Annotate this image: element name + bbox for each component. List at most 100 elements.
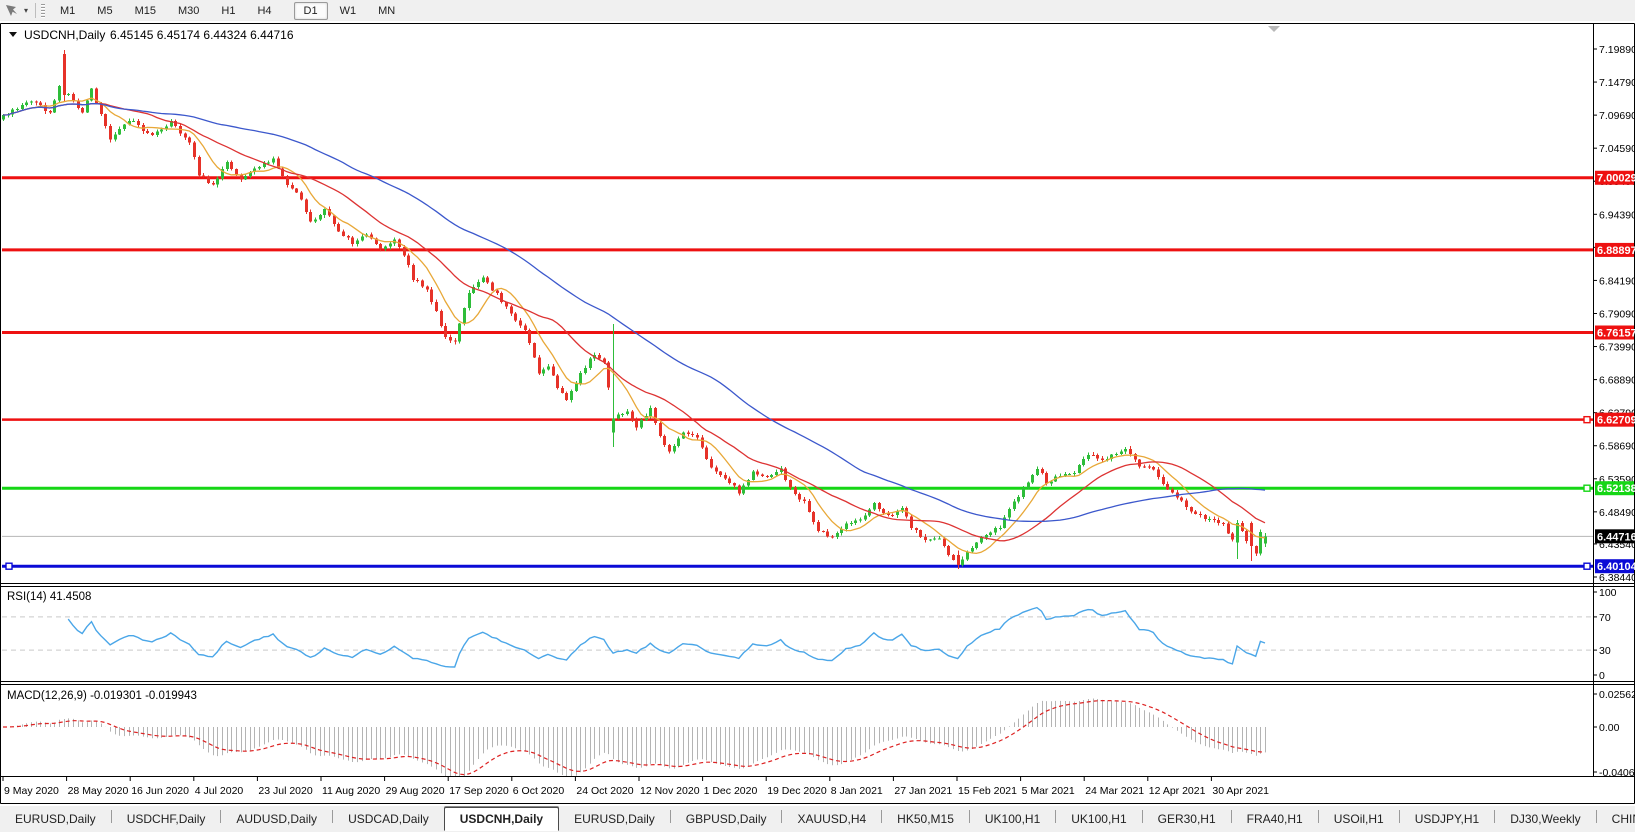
- candle-body: [496, 291, 499, 293]
- date-tick-label: 17 Sep 2020: [449, 785, 509, 797]
- candle-body: [878, 503, 881, 509]
- candle-body: [850, 523, 853, 524]
- candle-body: [654, 408, 657, 423]
- timeframe-button-m30[interactable]: M30: [168, 2, 209, 20]
- chart-tab-dj30-weekly[interactable]: DJ30,Weekly: [1495, 808, 1595, 830]
- timeframe-button-mn[interactable]: MN: [368, 2, 405, 20]
- candle-body: [854, 521, 857, 523]
- timeframe-button-h1[interactable]: H1: [211, 2, 245, 20]
- candle-body: [347, 236, 350, 238]
- chart-tab-fra40-h1[interactable]: FRA40,H1: [1232, 808, 1318, 830]
- line-drag-handle[interactable]: [1584, 417, 1590, 423]
- candle-body: [766, 476, 769, 477]
- chart-tab-audusd-daily[interactable]: AUDUSD,Daily: [221, 808, 332, 830]
- candle-body: [561, 388, 564, 393]
- candle-body: [458, 323, 461, 341]
- chart-tab-ger30-h1[interactable]: GER30,H1: [1143, 808, 1231, 830]
- chart-tab-usdcad-daily[interactable]: USDCAD,Daily: [333, 808, 444, 830]
- timeframe-button-h4[interactable]: H4: [247, 2, 281, 20]
- candle-body: [81, 108, 84, 113]
- rsi-tick-label: 100: [1599, 587, 1617, 599]
- line-drag-handle[interactable]: [6, 563, 12, 569]
- chart-tab-hk50-m15[interactable]: HK50,M15: [882, 808, 969, 830]
- timeframe-button-m5[interactable]: M5: [87, 2, 122, 20]
- candle-body: [738, 486, 741, 494]
- date-tick-label: 12 Nov 2020: [640, 785, 700, 797]
- timeframe-button-w1[interactable]: W1: [330, 2, 367, 20]
- chart-tab-gbpusd-daily[interactable]: GBPUSD,Daily: [671, 808, 782, 830]
- candle-body: [826, 531, 829, 536]
- candle-body: [444, 326, 447, 337]
- candle-body: [822, 531, 825, 532]
- candle-body: [794, 488, 797, 494]
- date-tick-label: 11 Aug 2020: [322, 785, 380, 797]
- candle-body: [1152, 467, 1155, 469]
- chart-tab-eurusd-daily[interactable]: EURUSD,Daily: [559, 808, 670, 830]
- candle-body: [715, 468, 718, 472]
- candle-body: [1171, 489, 1174, 492]
- candle-body: [337, 224, 340, 231]
- macd-tick-label: -0.04068: [1599, 767, 1635, 779]
- candle-body: [123, 125, 126, 129]
- chart-tab-usdjpy-h1[interactable]: USDJPY,H1: [1400, 808, 1494, 830]
- candle-body: [980, 537, 983, 542]
- chart-tab-eurusd-daily[interactable]: EURUSD,Daily: [0, 808, 111, 830]
- timeframe-button-m1[interactable]: M1: [50, 2, 85, 20]
- cursor-tool-icon[interactable]: [2, 3, 20, 19]
- candle-body: [798, 494, 801, 499]
- candle-body: [30, 102, 33, 103]
- candle-body: [49, 111, 52, 112]
- candle-body: [184, 133, 187, 137]
- chart-tab-usdcnh-daily[interactable]: USDCNH,Daily: [444, 807, 559, 831]
- candle-body: [1078, 465, 1081, 473]
- candle-body: [21, 105, 24, 109]
- candle-body: [407, 256, 410, 266]
- candle-body: [486, 277, 489, 282]
- date-tick-label: 28 May 2020: [68, 785, 129, 797]
- line-drag-handle[interactable]: [1584, 485, 1590, 491]
- candle-body: [323, 209, 326, 215]
- candle-body: [454, 341, 457, 342]
- candle-body: [761, 475, 764, 476]
- candle-body: [114, 134, 117, 139]
- current-price-label: 6.44716: [1597, 531, 1635, 543]
- candle-body: [1013, 502, 1016, 509]
- candle-body: [132, 121, 135, 122]
- price-line-label: 6.62709: [1597, 415, 1635, 427]
- chart-tab-usdchf-daily[interactable]: USDCHF,Daily: [112, 808, 221, 830]
- candle-body: [752, 472, 755, 480]
- toolbar-separator: [35, 3, 36, 18]
- candle-body: [1222, 523, 1225, 524]
- candle-body: [1036, 469, 1039, 475]
- candle-body: [430, 290, 433, 302]
- candle-body: [491, 283, 494, 291]
- candle-body: [286, 176, 289, 185]
- candle-body: [626, 411, 629, 414]
- candle-body: [952, 555, 955, 560]
- toolbar-grip-handle[interactable]: [41, 4, 45, 18]
- chart-tab-xauusd-h4[interactable]: XAUUSD,H4: [782, 808, 881, 830]
- chart-tab-uk100-h1[interactable]: UK100,H1: [1056, 808, 1141, 830]
- candle-body: [570, 391, 573, 400]
- line-drag-handle[interactable]: [1584, 563, 1590, 569]
- candle-body: [389, 244, 392, 247]
- candle-body: [1190, 507, 1193, 511]
- candle-body: [25, 102, 28, 104]
- candle-body: [1245, 531, 1248, 541]
- candle-body: [910, 516, 913, 528]
- timeframe-button-m15[interactable]: M15: [125, 2, 166, 20]
- chart-tab-uk100-h1[interactable]: UK100,H1: [970, 808, 1055, 830]
- candle-body: [1129, 449, 1132, 454]
- timeframe-button-d1[interactable]: D1: [294, 2, 328, 20]
- candle-body: [1041, 469, 1044, 473]
- candle-body: [244, 176, 247, 179]
- cursor-tool-dropdown-icon[interactable]: ▾: [20, 6, 32, 15]
- chart-tab-china300-h1[interactable]: CHINA300,H1: [1597, 808, 1635, 830]
- chart-tab-usoil-h1[interactable]: USOil,H1: [1319, 808, 1399, 830]
- candle-body: [924, 537, 927, 540]
- date-tick-label: 12 Apr 2021: [1149, 785, 1206, 797]
- candle-body: [1143, 466, 1146, 467]
- candle-body: [640, 420, 643, 428]
- candle-body: [584, 368, 587, 373]
- chart-symbol-title: USDCNH,Daily: [24, 28, 105, 42]
